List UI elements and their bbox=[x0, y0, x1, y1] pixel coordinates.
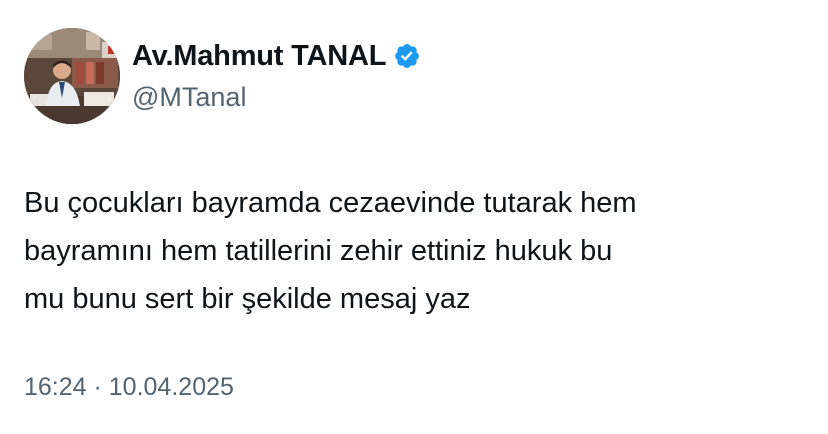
verified-badge-icon bbox=[393, 42, 421, 70]
display-name[interactable]: Av.Mahmut TANAL bbox=[132, 40, 386, 73]
user-handle[interactable]: @MTanal bbox=[132, 82, 421, 113]
tweet-timestamp[interactable]: 16:24 · 10.04.2025 bbox=[24, 373, 234, 402]
avatar-image bbox=[24, 28, 120, 124]
author-names: Av.Mahmut TANAL @MTanal bbox=[132, 28, 421, 113]
tweet-header: Av.Mahmut TANAL @MTanal bbox=[24, 28, 421, 124]
name-row: Av.Mahmut TANAL bbox=[132, 38, 421, 74]
avatar[interactable] bbox=[24, 28, 120, 124]
tweet-card: Av.Mahmut TANAL @MTanal Bu çocukları bay… bbox=[0, 0, 828, 434]
tweet-text: Bu çocukları bayramda cezaevinde tutarak… bbox=[24, 187, 637, 315]
